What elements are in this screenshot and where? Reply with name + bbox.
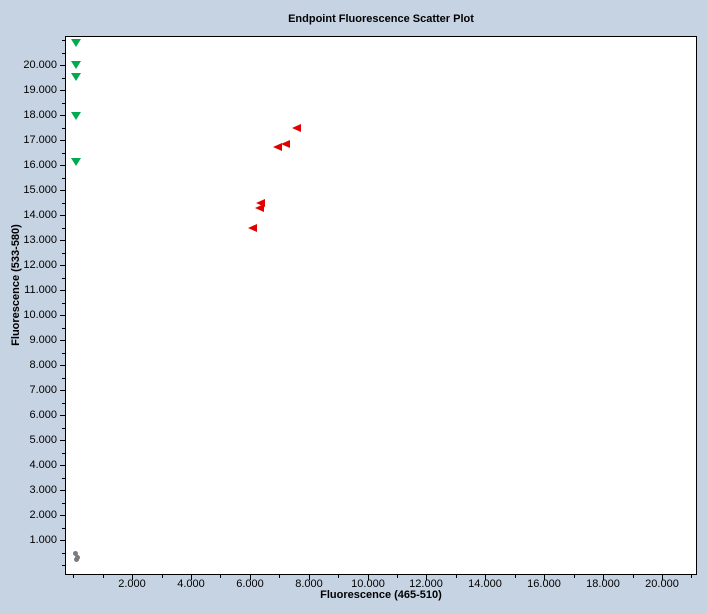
- x-minor-tick: [73, 575, 74, 578]
- chart-title: Endpoint Fluorescence Scatter Plot: [288, 13, 474, 25]
- x-minor-tick: [220, 575, 221, 578]
- y-minor-tick: [62, 278, 65, 279]
- y-minor-tick: [62, 428, 65, 429]
- y-tick-label: 12.000: [23, 259, 57, 271]
- y-tick-label: 9.000: [29, 334, 57, 346]
- y-minor-tick: [62, 40, 65, 41]
- y-tick-label: 3.000: [29, 484, 57, 496]
- point-red-left-triangles: [273, 143, 283, 151]
- plot-area[interactable]: [65, 36, 697, 575]
- point-red-left-triangles: [281, 140, 291, 148]
- y-tick-label: 1.000: [29, 534, 57, 546]
- x-minor-tick: [691, 575, 692, 578]
- y-major-tick: [60, 190, 65, 191]
- y-minor-tick: [62, 403, 65, 404]
- y-minor-tick: [62, 453, 65, 454]
- x-minor-tick: [103, 575, 104, 578]
- y-major-tick: [60, 415, 65, 416]
- y-major-tick: [60, 540, 65, 541]
- y-axis-label: Fluorescence (533-580): [10, 224, 22, 346]
- y-major-tick: [60, 515, 65, 516]
- x-minor-tick: [279, 575, 280, 578]
- y-tick-label: 13.000: [23, 234, 57, 246]
- point-green-down-triangles: [71, 112, 82, 120]
- y-tick-label: 16.000: [23, 159, 57, 171]
- point-green-down-triangles: [71, 158, 82, 166]
- point-red-left-triangles: [291, 124, 301, 132]
- y-major-tick: [60, 340, 65, 341]
- y-minor-tick: [62, 303, 65, 304]
- y-tick-label: 5.000: [29, 434, 57, 446]
- y-tick-label: 4.000: [29, 459, 57, 471]
- y-major-tick: [60, 140, 65, 141]
- y-major-tick: [60, 290, 65, 291]
- y-major-tick: [60, 390, 65, 391]
- y-tick-label: 15.000: [23, 184, 57, 196]
- point-red-left-triangles: [248, 224, 258, 232]
- y-minor-tick: [62, 478, 65, 479]
- y-tick-label: 2.000: [29, 509, 57, 521]
- y-tick-label: 18.000: [23, 109, 57, 121]
- y-tick-label: 6.000: [29, 409, 57, 421]
- y-minor-tick: [62, 53, 65, 54]
- y-tick-label: 8.000: [29, 359, 57, 371]
- y-major-tick: [60, 490, 65, 491]
- y-tick-label: 11.000: [24, 284, 57, 296]
- y-minor-tick: [62, 228, 65, 229]
- y-major-tick: [60, 440, 65, 441]
- x-minor-tick: [515, 575, 516, 578]
- y-tick-label: 7.000: [29, 384, 57, 396]
- x-axis-label: Fluorescence (465-510): [320, 589, 442, 601]
- y-tick-label: 17.000: [23, 134, 57, 146]
- y-major-tick: [60, 265, 65, 266]
- x-minor-tick: [162, 575, 163, 578]
- point-green-down-triangles: [71, 61, 82, 69]
- y-major-tick: [60, 365, 65, 366]
- y-major-tick: [60, 240, 65, 241]
- y-minor-tick: [62, 503, 65, 504]
- y-major-tick: [60, 65, 65, 66]
- point-gray-dots: [73, 557, 79, 562]
- y-minor-tick: [62, 528, 65, 529]
- x-minor-tick: [338, 575, 339, 578]
- y-major-tick: [60, 165, 65, 166]
- y-major-tick: [60, 90, 65, 91]
- y-minor-tick: [62, 128, 65, 129]
- y-minor-tick: [62, 78, 65, 79]
- point-green-down-triangles: [71, 39, 82, 47]
- y-minor-tick: [62, 553, 65, 554]
- point-green-down-triangles: [71, 73, 82, 81]
- x-minor-tick: [397, 575, 398, 578]
- y-minor-tick: [62, 178, 65, 179]
- x-minor-tick: [633, 575, 634, 578]
- y-major-tick: [60, 115, 65, 116]
- y-minor-tick: [62, 203, 65, 204]
- y-major-tick: [60, 215, 65, 216]
- y-tick-label: 20.000: [23, 59, 57, 71]
- y-major-tick: [60, 465, 65, 466]
- y-minor-tick: [62, 253, 65, 254]
- y-tick-label: 14.000: [23, 209, 57, 221]
- point-red-left-triangles: [255, 204, 265, 212]
- y-minor-tick: [62, 378, 65, 379]
- y-tick-label: 10.000: [23, 309, 57, 321]
- y-tick-label: 19.000: [23, 84, 57, 96]
- y-minor-tick: [62, 565, 65, 566]
- y-minor-tick: [62, 153, 65, 154]
- x-minor-tick: [456, 575, 457, 578]
- x-minor-tick: [574, 575, 575, 578]
- y-minor-tick: [62, 353, 65, 354]
- y-major-tick: [60, 315, 65, 316]
- y-minor-tick: [62, 103, 65, 104]
- y-minor-tick: [62, 328, 65, 329]
- scatter-plot-window: Endpoint Fluorescence Scatter Plot 1.000…: [0, 0, 707, 614]
